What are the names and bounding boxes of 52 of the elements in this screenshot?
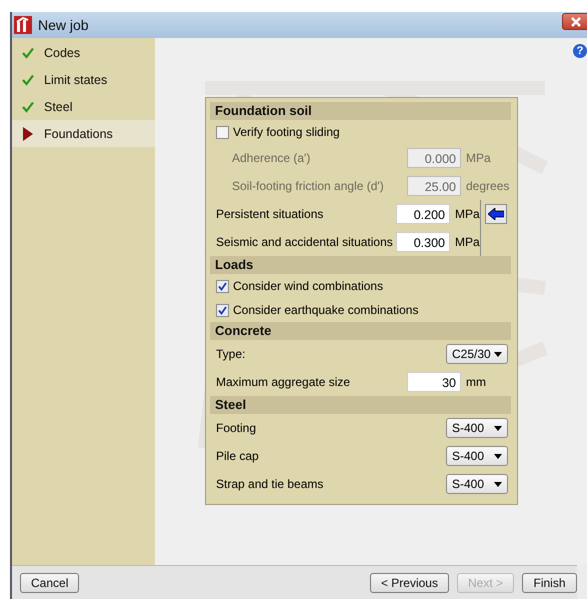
section-header: Steel <box>210 396 511 414</box>
field-label: Maximum aggregate size <box>216 375 352 389</box>
checkbox-label: Consider earthquake combinations <box>233 303 418 317</box>
sidebar-item[interactable]: Codes <box>12 39 155 66</box>
help-button[interactable]: ? <box>573 44 587 58</box>
section-header: Loads <box>210 256 511 274</box>
close-button[interactable] <box>562 13 587 30</box>
unit-label: MPa <box>454 207 480 221</box>
number-field[interactable]: 0.300 <box>396 232 450 252</box>
unit-label: MPa <box>465 151 492 165</box>
app-logo-icon <box>14 16 32 34</box>
caret-icon <box>494 482 502 486</box>
checkmark-icon <box>22 46 34 58</box>
checkmark-icon <box>22 100 34 112</box>
number-field[interactable]: 30 <box>407 372 461 392</box>
field-label: Pile cap <box>216 449 260 463</box>
dropdown[interactable]: S-400 <box>446 474 508 494</box>
cancel-button[interactable]: Cancel <box>20 572 80 592</box>
checkbox[interactable] <box>216 280 229 292</box>
number-field[interactable]: 0.200 <box>396 204 450 224</box>
section-header: Concrete <box>210 322 511 340</box>
field-label: Type: <box>216 347 246 361</box>
unit-label: degrees <box>465 179 510 193</box>
field-label: Soil-footing friction angle (d') <box>231 179 385 193</box>
unit-label: MPa <box>454 235 480 249</box>
dropdown[interactable]: S-400 <box>446 446 508 466</box>
unit-label: mm <box>465 375 487 389</box>
dropdown[interactable]: S-400 <box>446 418 508 438</box>
field-label: Persistent situations <box>216 207 324 221</box>
section-header: Foundation soil <box>210 102 511 120</box>
checkbox[interactable] <box>216 126 229 138</box>
caret-icon <box>494 454 502 458</box>
checkbox-label: Verify footing sliding <box>233 125 340 139</box>
wizard-button[interactable]: < Previous <box>370 572 449 592</box>
field-label: Footing <box>216 421 258 435</box>
caret-icon <box>494 352 502 356</box>
arrow-left-button[interactable] <box>485 204 507 224</box>
wizard-button[interactable]: Finish <box>522 572 577 592</box>
sidebar-item[interactable]: Foundations <box>12 120 155 147</box>
checkbox[interactable] <box>216 304 229 316</box>
field-label: Seismic and accidental situations <box>216 235 394 249</box>
triangle-icon <box>22 126 34 140</box>
window-title: New job <box>38 17 89 33</box>
caret-icon <box>494 426 502 430</box>
dropdown[interactable]: C25/30 <box>446 344 508 364</box>
checkmark-icon <box>22 74 34 86</box>
field-label: Strap and tie beams <box>216 477 324 491</box>
field-label: Adherence (a') <box>231 151 312 165</box>
sidebar-item[interactable]: Steel <box>12 93 155 120</box>
sidebar-item[interactable]: Limit states <box>12 66 155 93</box>
checkbox-label: Consider wind combinations <box>233 279 384 293</box>
close-icon <box>570 16 582 26</box>
